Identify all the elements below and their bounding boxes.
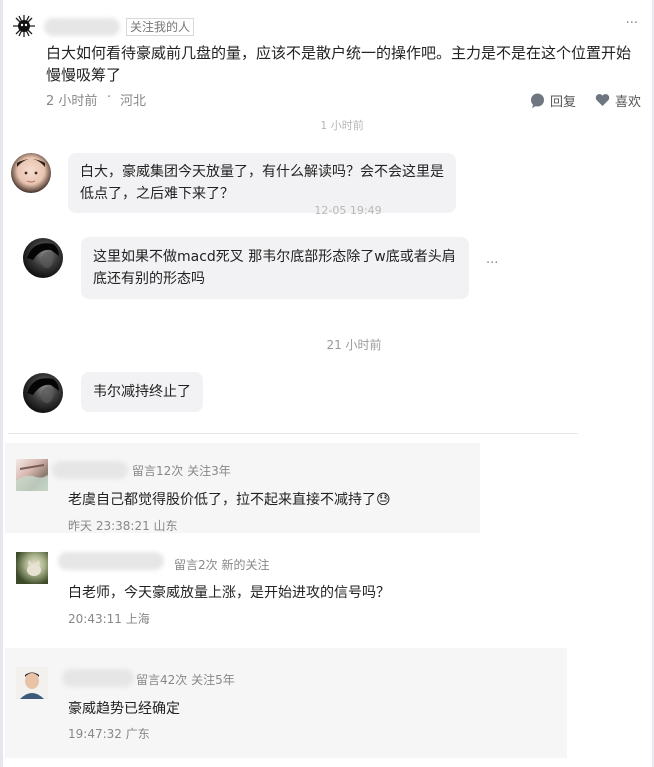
comment-2-text: 白老师，今天豪威放量上涨，是开始进攻的信号吗？ <box>68 585 390 601</box>
man-portrait-icon <box>16 667 48 699</box>
dark-portrait-icon <box>27 243 59 268</box>
dark-portrait-icon <box>27 378 59 403</box>
reply-label: 回复 <box>550 94 577 110</box>
left-edge-strip <box>0 0 3 767</box>
thread-time-faded-2: 12-05 19:49 <box>314 204 382 217</box>
thread-time-faded-1: 1 小时前 <box>320 119 364 132</box>
post-author-name-blurred[interactable] <box>44 18 120 36</box>
comment-2-meta: 留言2次 新的关注 <box>174 558 270 572</box>
cat-photo-icon <box>27 560 41 576</box>
reply-button[interactable]: 回复 <box>530 90 576 110</box>
post-author-avatar[interactable] <box>12 14 36 38</box>
thread-avatar-2[interactable] <box>23 238 63 278</box>
comment-3-time: 19:47:32 广东 <box>68 727 150 741</box>
follow-tag: 关注我的人 <box>126 18 195 36</box>
comment-3-text: 豪威趋势已经确定 <box>68 701 180 717</box>
thread-time-3: 21 小时前 <box>326 338 382 352</box>
comment-2-author-blurred[interactable] <box>58 552 164 570</box>
sweat-emoji-icon: 😓 <box>376 492 391 508</box>
comment-1-avatar[interactable] <box>16 459 48 491</box>
post-time: 2 小时前 <box>46 94 98 109</box>
thread-message-2-more-button[interactable]: ··· <box>486 256 498 271</box>
thread-avatar-3[interactable] <box>23 373 63 413</box>
like-label: 喜欢 <box>615 94 642 110</box>
post-location: 河北 <box>120 94 147 109</box>
thread-divider <box>8 433 578 434</box>
photo-thumbnail-icon <box>16 464 48 491</box>
comment-1-meta: 留言12次 关注3年 <box>132 464 231 478</box>
comment-1-text-row: 老虞自己都觉得股价低了，拉不起来直接不减持了😓 <box>68 489 391 509</box>
comment-1-time: 昨天 23:38:21 山东 <box>68 519 178 533</box>
like-button[interactable]: 喜欢 <box>595 90 641 110</box>
heart-icon <box>595 94 610 106</box>
comment-1-text: 老虞自己都觉得股价低了，拉不起来直接不减持了 <box>68 492 376 508</box>
thread-message-3: 韦尔减持终止了 <box>81 372 203 412</box>
thread-message-1: 白大，豪威集团今天放量了，有什么解读吗？会不会这里是低点了，之后难下来了？ <box>68 153 456 213</box>
person-portrait-icon <box>17 159 45 183</box>
thread-message-2: 这里如果不做macd死叉 那韦尔底部形态除了w底或者头肩底还有别的形态吗 <box>81 237 469 299</box>
comment-3-meta: 留言42次 关注5年 <box>136 673 235 687</box>
comment-3-avatar[interactable] <box>16 667 48 699</box>
comment-2-avatar[interactable] <box>16 552 48 584</box>
post-text: 白大如何看待豪威前几盘的量，应该不是散户统一的操作吧。主力是不是在这个位置开始慢… <box>46 44 632 84</box>
comment-1-author-blurred[interactable] <box>52 461 128 479</box>
spiky-avatar-icon <box>13 15 35 37</box>
post-more-button[interactable]: ··· <box>626 16 638 31</box>
comment-3-author-blurred[interactable] <box>62 669 134 687</box>
chat-bubble-icon <box>531 93 544 108</box>
post-dot-separator: · <box>107 90 112 105</box>
comment-2-time: 20:43:11 上海 <box>68 612 150 626</box>
thread-avatar-1[interactable] <box>11 153 51 193</box>
